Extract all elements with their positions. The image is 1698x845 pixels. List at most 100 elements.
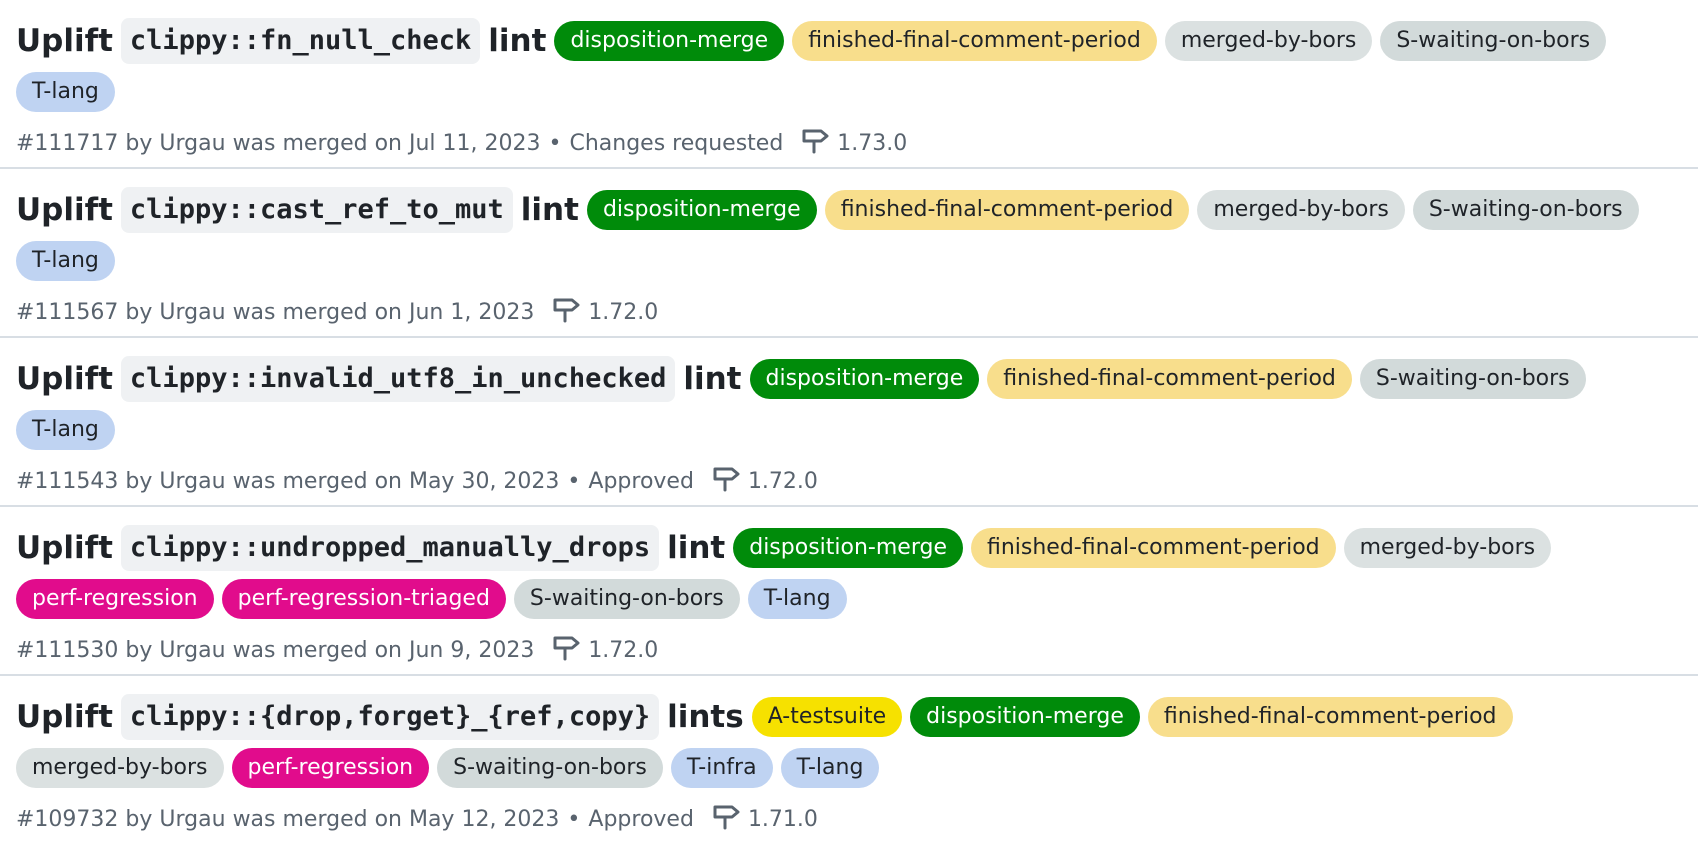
label-s-waiting-on-bors[interactable]: S-waiting-on-bors <box>1380 21 1607 61</box>
milestone-version[interactable]: 1.72.0 <box>588 637 658 665</box>
pull-request-meta: #111543 by Urgau was merged on May 30, 2… <box>16 462 1682 502</box>
title-prefix[interactable]: Uplift <box>16 694 113 740</box>
pull-request-title[interactable]: Uplift clippy::fn_null_check lint <box>16 18 546 64</box>
pull-request-row: Uplift clippy::{drop,forget}_{ref,copy} … <box>0 676 1698 845</box>
milestone-version[interactable]: 1.72.0 <box>748 468 818 496</box>
title-suffix[interactable]: lint <box>488 18 546 64</box>
title-code[interactable]: clippy::invalid_utf8_in_unchecked <box>120 356 676 402</box>
milestone-signpost-icon <box>799 124 837 164</box>
label-disposition-merge[interactable]: disposition-merge <box>749 359 980 399</box>
label-finished-final-comment-period[interactable]: finished-final-comment-period <box>824 190 1190 230</box>
pull-request-title[interactable]: Uplift clippy::{drop,forget}_{ref,copy} … <box>16 694 744 740</box>
author-link[interactable]: Urgau <box>159 806 225 834</box>
label-s-waiting-on-bors[interactable]: S-waiting-on-bors <box>1359 359 1586 399</box>
milestone-version[interactable]: 1.72.0 <box>588 299 658 327</box>
title-prefix[interactable]: Uplift <box>16 18 113 64</box>
meta-separator: • <box>567 469 581 494</box>
pull-request-title[interactable]: Uplift clippy::invalid_utf8_in_unchecked… <box>16 356 742 402</box>
label-merged-by-bors[interactable]: merged-by-bors <box>1197 190 1405 230</box>
milestone-link[interactable]: 1.71.0 <box>710 800 818 840</box>
milestone-link[interactable]: 1.72.0 <box>550 631 658 671</box>
author-prefix: by <box>125 469 153 494</box>
pull-request-list: Uplift clippy::fn_null_check lint dispos… <box>0 0 1698 845</box>
pull-request-meta: #109732 by Urgau was merged on May 12, 2… <box>16 800 1682 840</box>
pr-number[interactable]: #111543 <box>16 468 118 496</box>
label-perf-regression[interactable]: perf-regression <box>231 748 430 788</box>
author-prefix: by <box>125 131 153 156</box>
pull-request-title-line: Uplift clippy::fn_null_check lint dispos… <box>16 18 1656 112</box>
title-code[interactable]: clippy::cast_ref_to_mut <box>120 187 513 233</box>
pull-request-meta: #111717 by Urgau was merged on Jul 11, 2… <box>16 124 1682 164</box>
label-s-waiting-on-bors[interactable]: S-waiting-on-bors <box>1412 190 1639 230</box>
label-s-waiting-on-bors[interactable]: S-waiting-on-bors <box>437 748 663 788</box>
label-disposition-merge[interactable]: disposition-merge <box>733 528 963 568</box>
title-suffix[interactable]: lint <box>683 356 741 402</box>
label-merged-by-bors[interactable]: merged-by-bors <box>16 748 224 788</box>
label-perf-regression[interactable]: perf-regression <box>16 579 214 619</box>
pr-number[interactable]: #109732 <box>16 806 118 834</box>
meta-separator: • <box>567 807 581 832</box>
author-prefix: by <box>125 807 153 832</box>
pull-request-title-line: Uplift clippy::{drop,forget}_{ref,copy} … <box>16 694 1656 788</box>
review-status[interactable]: Approved <box>588 806 694 834</box>
meta-separator: • <box>548 131 562 156</box>
merged-status: was merged on Jun 9, 2023 <box>232 638 535 663</box>
title-code[interactable]: clippy::undropped_manually_drops <box>120 525 660 571</box>
merged-status: was merged on May 12, 2023 <box>232 807 560 832</box>
milestone-version[interactable]: 1.71.0 <box>748 806 818 834</box>
author-link[interactable]: Urgau <box>159 130 225 158</box>
merged-status: was merged on Jul 11, 2023 <box>232 131 541 156</box>
label-finished-final-comment-period[interactable]: finished-final-comment-period <box>970 528 1336 568</box>
milestone-signpost-icon <box>710 462 748 502</box>
review-status[interactable]: Approved <box>588 468 694 496</box>
title-suffix[interactable]: lint <box>521 187 579 233</box>
pull-request-title[interactable]: Uplift clippy::undropped_manually_drops … <box>16 525 725 571</box>
author-link[interactable]: Urgau <box>159 637 225 665</box>
pull-request-title[interactable]: Uplift clippy::cast_ref_to_mut lint <box>16 187 579 233</box>
label-disposition-merge[interactable]: disposition-merge <box>586 190 817 230</box>
author-link[interactable]: Urgau <box>159 468 225 496</box>
label-finished-final-comment-period[interactable]: finished-final-comment-period <box>792 21 1157 61</box>
pull-request-meta: #111530 by Urgau was merged on Jun 9, 20… <box>16 631 1682 671</box>
label-merged-by-bors[interactable]: merged-by-bors <box>1164 21 1373 61</box>
milestone-version[interactable]: 1.73.0 <box>837 130 907 158</box>
label-disposition-merge[interactable]: disposition-merge <box>554 21 785 61</box>
pull-request-title-line: Uplift clippy::cast_ref_to_mut lint disp… <box>16 187 1656 281</box>
title-code[interactable]: clippy::fn_null_check <box>120 18 481 64</box>
title-prefix[interactable]: Uplift <box>16 187 113 233</box>
pull-request-row: Uplift clippy::invalid_utf8_in_unchecked… <box>0 338 1698 507</box>
title-suffix[interactable]: lints <box>667 694 744 740</box>
label-finished-final-comment-period[interactable]: finished-final-comment-period <box>1147 697 1513 737</box>
title-prefix[interactable]: Uplift <box>16 356 113 402</box>
label-t-lang[interactable]: T-lang <box>16 241 115 281</box>
author-prefix: by <box>125 300 153 325</box>
pull-request-meta: #111567 by Urgau was merged on Jun 1, 20… <box>16 293 1682 333</box>
label-t-infra[interactable]: T-infra <box>670 748 773 788</box>
milestone-link[interactable]: 1.72.0 <box>710 462 818 502</box>
title-suffix[interactable]: lint <box>667 525 725 571</box>
label-t-lang[interactable]: T-lang <box>780 748 880 788</box>
label-merged-by-bors[interactable]: merged-by-bors <box>1343 528 1552 568</box>
review-status[interactable]: Changes requested <box>569 130 783 158</box>
label-a-testsuite[interactable]: A-testsuite <box>751 697 903 737</box>
pr-number[interactable]: #111530 <box>16 637 118 665</box>
label-finished-final-comment-period[interactable]: finished-final-comment-period <box>987 359 1352 399</box>
label-t-lang[interactable]: T-lang <box>747 579 847 619</box>
milestone-link[interactable]: 1.73.0 <box>799 124 907 164</box>
label-t-lang[interactable]: T-lang <box>16 72 115 112</box>
label-s-waiting-on-bors[interactable]: S-waiting-on-bors <box>513 579 740 619</box>
title-code[interactable]: clippy::{drop,forget}_{ref,copy} <box>120 694 660 740</box>
milestone-link[interactable]: 1.72.0 <box>550 293 658 333</box>
pull-request-row: Uplift clippy::cast_ref_to_mut lint disp… <box>0 169 1698 338</box>
author-link[interactable]: Urgau <box>159 299 225 327</box>
milestone-signpost-icon <box>710 800 748 840</box>
pull-request-title-line: Uplift clippy::undropped_manually_drops … <box>16 525 1656 619</box>
pr-number[interactable]: #111717 <box>16 130 118 158</box>
merged-status: was merged on May 30, 2023 <box>232 469 560 494</box>
label-t-lang[interactable]: T-lang <box>16 410 115 450</box>
milestone-signpost-icon <box>550 631 588 671</box>
title-prefix[interactable]: Uplift <box>16 525 113 571</box>
label-perf-regression-triaged[interactable]: perf-regression-triaged <box>221 579 506 619</box>
pr-number[interactable]: #111567 <box>16 299 118 327</box>
label-disposition-merge[interactable]: disposition-merge <box>910 697 1140 737</box>
